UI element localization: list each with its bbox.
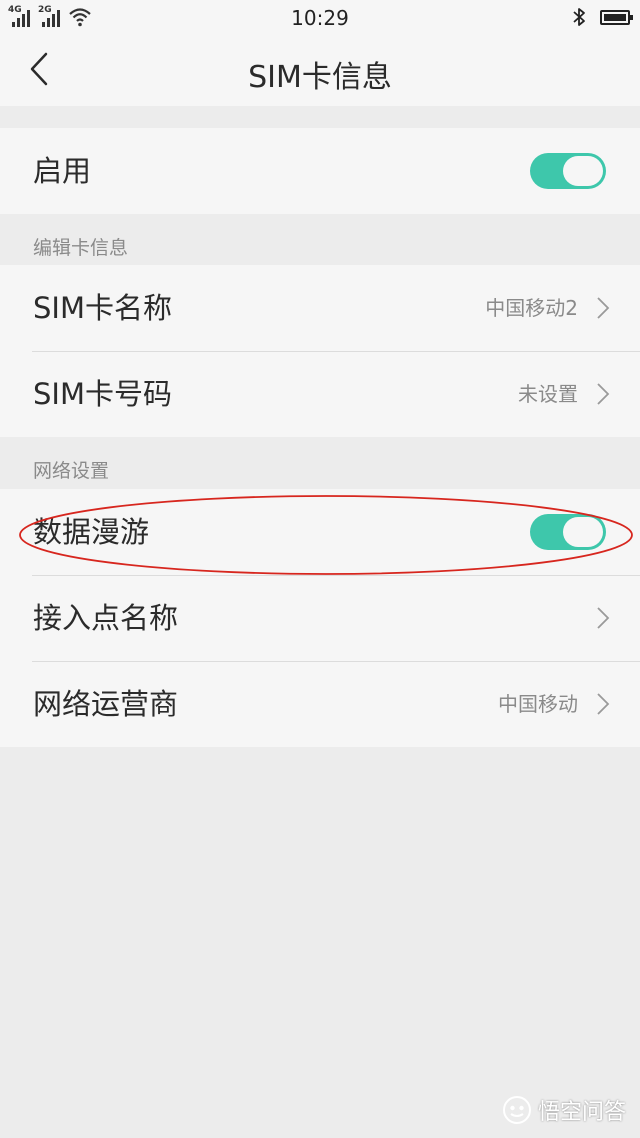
chevron-right-icon <box>597 693 610 715</box>
sim-number-value: 未设置 <box>518 382 578 406</box>
list-item-carrier[interactable]: 网络运营商 中国移动 <box>0 661 640 747</box>
list-item-data-roaming[interactable]: 数据漫游 <box>0 489 640 575</box>
edit-card-group: SIM卡名称 中国移动2 SIM卡号码 未设置 <box>0 265 640 437</box>
toggle-knob <box>563 517 603 547</box>
sim-name-value: 中国移动2 <box>485 296 578 320</box>
status-bar: 4G 2G 10:29 <box>0 0 640 36</box>
chevron-right-icon <box>597 383 610 405</box>
enable-row[interactable]: 启用 <box>0 128 640 214</box>
wukong-logo-icon <box>502 1096 531 1124</box>
enable-label: 启用 <box>33 154 92 188</box>
list-item-sim-name[interactable]: SIM卡名称 中国移动2 <box>0 265 640 351</box>
chevron-right-icon <box>597 297 610 319</box>
status-right-icons <box>572 7 633 27</box>
page-title: SIM卡信息 <box>248 60 392 95</box>
sim-name-label: SIM卡名称 <box>33 291 172 325</box>
carrier-label: 网络运营商 <box>33 687 179 721</box>
watermark: 悟空问答 <box>502 1094 626 1126</box>
watermark-text: 悟空问答 <box>537 1100 626 1125</box>
network-group: 数据漫游 接入点名称 网络运营商 中国移动 <box>0 489 640 747</box>
section-header-edit: 编辑卡信息 <box>33 237 129 259</box>
battery-icon <box>600 9 633 25</box>
toggle-knob <box>563 156 603 186</box>
carrier-value: 中国移动 <box>498 692 578 716</box>
sim-number-label: SIM卡号码 <box>33 377 172 411</box>
data-roaming-label: 数据漫游 <box>33 515 150 549</box>
bluetooth-icon <box>573 8 585 26</box>
list-item-sim-number[interactable]: SIM卡号码 未设置 <box>0 351 640 437</box>
enable-group: 启用 <box>0 128 640 214</box>
apn-label: 接入点名称 <box>33 601 179 635</box>
list-item-apn[interactable]: 接入点名称 <box>0 575 640 661</box>
chevron-right-icon <box>597 607 610 629</box>
nav-bar: SIM卡信息 <box>0 36 640 106</box>
status-time: 10:29 <box>291 6 349 30</box>
enable-toggle[interactable] <box>530 153 606 189</box>
data-roaming-toggle[interactable] <box>530 514 606 550</box>
section-header-network: 网络设置 <box>33 460 110 482</box>
